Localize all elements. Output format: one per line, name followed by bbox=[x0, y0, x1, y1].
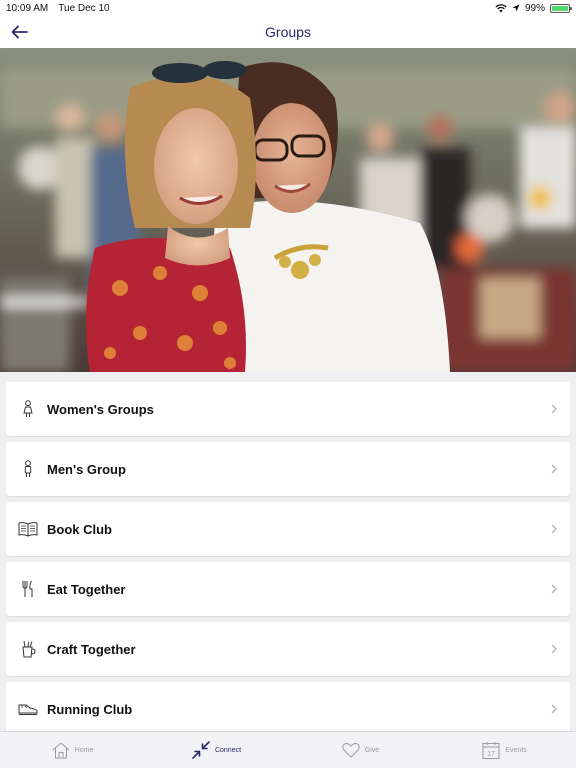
group-row-mens-group[interactable]: Men's Group bbox=[6, 442, 570, 496]
tab-home[interactable]: Home bbox=[0, 732, 144, 768]
location-icon bbox=[512, 4, 520, 12]
book-icon bbox=[18, 519, 38, 539]
tab-connect[interactable]: Connect bbox=[144, 732, 288, 768]
tab-bar: Home Connect Give 17 Events bbox=[0, 731, 576, 768]
chevron-right-icon bbox=[551, 644, 558, 654]
tab-events[interactable]: 17 Events bbox=[432, 732, 576, 768]
group-label: Women's Groups bbox=[47, 401, 154, 417]
heart-icon bbox=[342, 743, 360, 758]
running-shoe-icon bbox=[18, 699, 38, 719]
tab-label: Events bbox=[505, 746, 527, 754]
battery-percent: 99% bbox=[524, 2, 545, 14]
group-row-craft-together[interactable]: Craft Together bbox=[6, 622, 570, 676]
status-time: 10:09 AM bbox=[6, 2, 49, 14]
status-date: Tue Dec 10 bbox=[58, 2, 110, 14]
group-row-womens-groups[interactable]: Women's Groups bbox=[6, 382, 570, 436]
tab-give[interactable]: Give bbox=[288, 732, 432, 768]
chevron-right-icon bbox=[551, 524, 558, 534]
group-row-book-club[interactable]: Book Club bbox=[6, 502, 570, 556]
calendar-day: 17 bbox=[487, 751, 495, 758]
wifi-icon bbox=[495, 3, 507, 12]
man-icon bbox=[18, 459, 38, 479]
calendar-icon: 17 bbox=[482, 742, 500, 759]
tab-label: Connect bbox=[214, 746, 242, 754]
group-label: Craft Together bbox=[47, 641, 136, 657]
home-icon bbox=[52, 742, 69, 759]
page-title: Groups bbox=[265, 24, 311, 40]
group-label: Book Club bbox=[47, 521, 112, 537]
status-bar: 10:09 AM Tue Dec 10 99% bbox=[0, 0, 576, 16]
chevron-right-icon bbox=[551, 404, 558, 414]
nav-bar: Groups bbox=[0, 16, 576, 48]
group-label: Eat Together bbox=[47, 581, 126, 597]
battery-icon bbox=[550, 3, 572, 13]
hero-image bbox=[0, 48, 576, 372]
fork-knife-icon bbox=[18, 579, 38, 599]
group-row-eat-together[interactable]: Eat Together bbox=[6, 562, 570, 616]
group-row-running-club[interactable]: Running Club bbox=[6, 682, 570, 736]
back-arrow-icon[interactable] bbox=[10, 22, 30, 42]
group-label: Running Club bbox=[47, 701, 133, 717]
groups-list: Women's Groups Men's Group Book Club Eat… bbox=[6, 382, 570, 742]
tab-label: Give bbox=[364, 746, 380, 754]
group-label: Men's Group bbox=[47, 461, 126, 477]
woman-icon bbox=[18, 399, 38, 419]
chevron-right-icon bbox=[551, 584, 558, 594]
chevron-right-icon bbox=[551, 704, 558, 714]
tab-label: Home bbox=[74, 746, 94, 754]
connect-icon bbox=[192, 741, 210, 759]
craft-cup-icon bbox=[18, 639, 38, 659]
chevron-right-icon bbox=[551, 464, 558, 474]
